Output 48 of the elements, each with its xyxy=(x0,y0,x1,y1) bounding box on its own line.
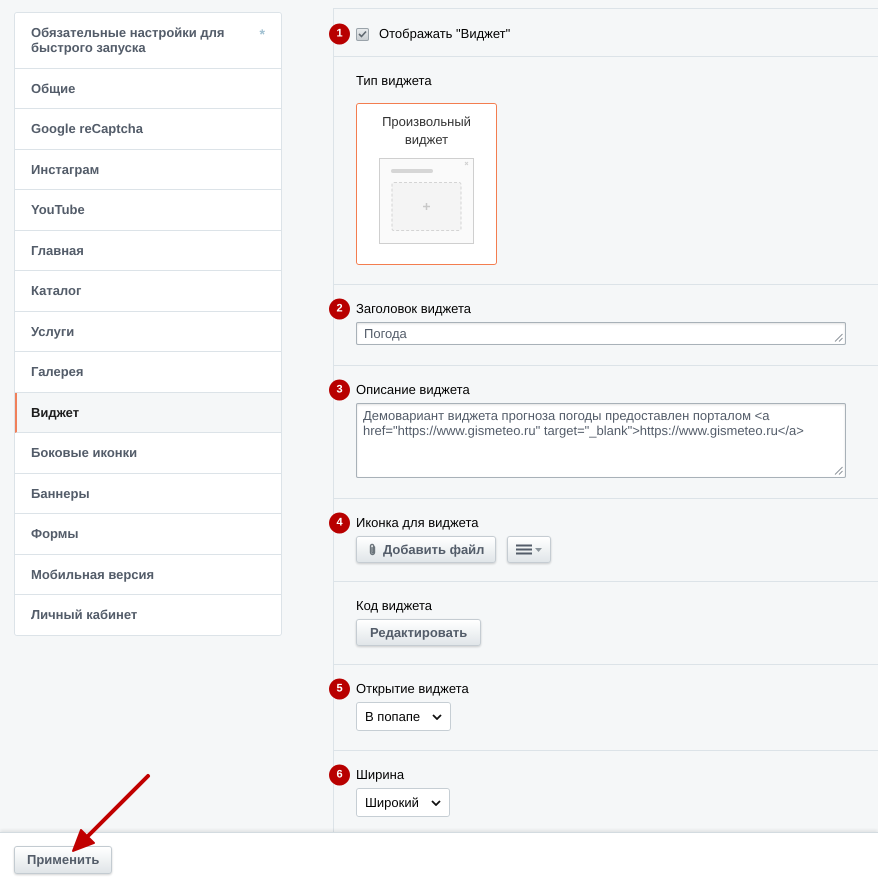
checkmark-icon xyxy=(358,30,367,38)
field-label: Описание виджета xyxy=(356,382,470,398)
step-badge: 5 xyxy=(329,678,350,700)
sidebar-item[interactable]: YouTube xyxy=(15,190,281,230)
sidebar-item[interactable]: Мобильная версия xyxy=(15,554,281,595)
textarea-field[interactable]: Демовариант виджета прогноза погоды предоставлен порталом <a href="https://www.gismeteo.ru" target="_blank">https://www.gismeteo.ru</a> xyxy=(356,403,846,478)
menu-button[interactable] xyxy=(507,536,552,563)
sidebar-item[interactable]: Баннеры xyxy=(15,474,281,514)
sidebar-item[interactable]: Виджет xyxy=(15,392,281,433)
add-file-button[interactable]: Добавить файл xyxy=(356,536,496,563)
resize-handle-icon xyxy=(834,333,843,342)
apply-button[interactable]: Применить xyxy=(14,846,112,874)
field-label: Иконка для виджета xyxy=(356,515,479,531)
sidebar-item[interactable]: Личный кабинет xyxy=(15,595,281,634)
step-badge: 4 xyxy=(329,512,350,534)
required-mark: * xyxy=(260,27,265,41)
sidebar-item[interactable]: Услуги xyxy=(15,312,281,352)
field-label: Открытие виджета xyxy=(356,681,469,697)
sidebar-item[interactable]: Главная xyxy=(15,230,281,271)
field-label: Код виджета xyxy=(356,598,432,614)
chevron-down-icon xyxy=(432,714,442,720)
step-badge: 3 xyxy=(329,380,350,400)
card-title: Произвольный виджет xyxy=(381,113,472,149)
checkbox-label: Отображать "Виджет" xyxy=(379,26,510,42)
caret-icon xyxy=(535,548,542,552)
step-badge: 2 xyxy=(329,298,350,320)
dropdown[interactable]: Широкий xyxy=(356,788,450,817)
edit-button[interactable]: Редактировать xyxy=(356,619,482,646)
sidebar-item[interactable]: Боковые иконки xyxy=(15,433,281,474)
widget-type-card[interactable]: Произвольный виджет xyxy=(356,103,497,265)
field-label: Заголовок виджета xyxy=(356,301,472,317)
sidebar-item[interactable]: Обязательные настройки для быстрого запуска * xyxy=(15,13,281,68)
paperclip-icon xyxy=(368,543,377,556)
checkbox[interactable] xyxy=(356,28,369,40)
step-badge: 1 xyxy=(329,24,350,44)
sidebar-item[interactable]: Формы xyxy=(15,514,281,554)
sidebar-item[interactable]: Каталог xyxy=(15,271,281,312)
resize-handle-icon xyxy=(834,466,843,475)
field-label: Ширина xyxy=(356,767,404,783)
menu-icon xyxy=(516,544,532,555)
dropdown[interactable]: В попапе xyxy=(356,702,452,731)
text-field[interactable]: Погода xyxy=(356,322,846,345)
sidebar-item[interactable]: Google reCaptcha xyxy=(15,109,281,150)
sidebar-item[interactable]: Инстаграм xyxy=(15,150,281,190)
step-badge: 6 xyxy=(329,764,350,786)
field-label: Тип виджета xyxy=(356,73,432,89)
sidebar-item[interactable]: Общие xyxy=(15,68,281,109)
chevron-down-icon xyxy=(430,800,441,806)
